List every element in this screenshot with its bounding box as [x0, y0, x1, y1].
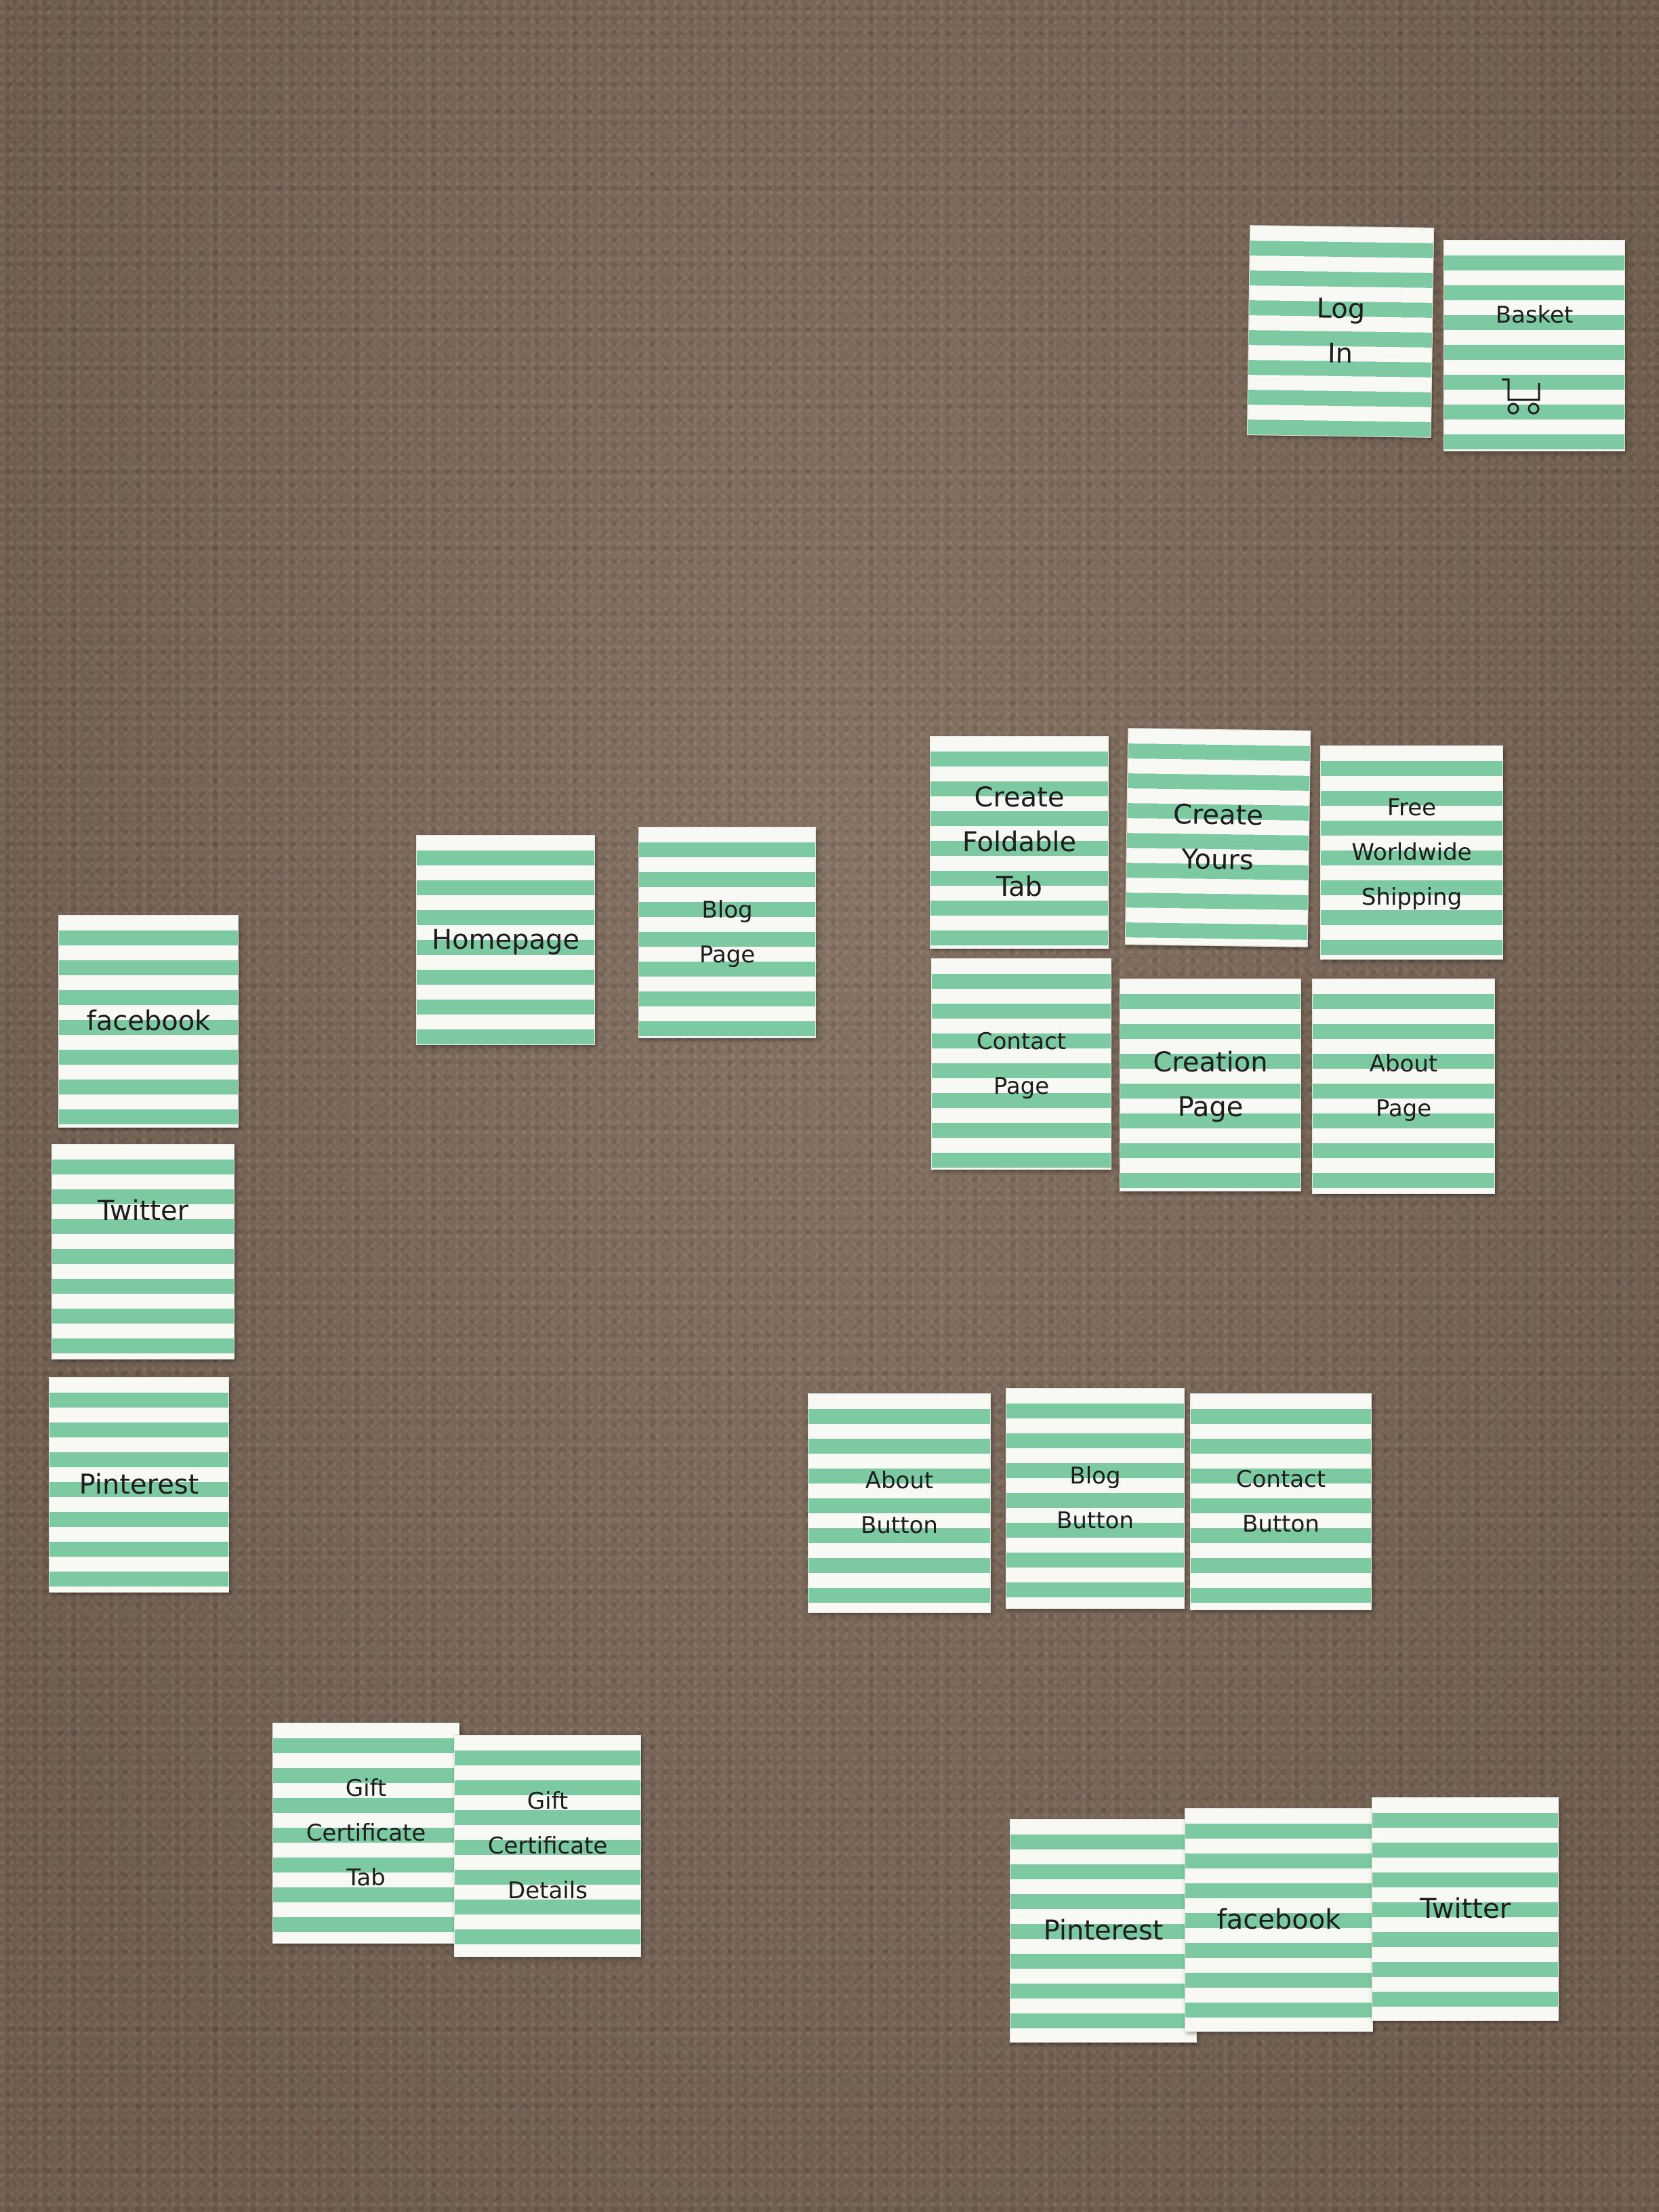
card-label: Twitter — [97, 1195, 189, 1227]
card-label: Free Worldwide Shipping — [1351, 794, 1472, 911]
card-twitter-left: Twitter — [52, 1144, 234, 1359]
card-facebook-bottom: facebook — [1185, 1808, 1373, 2032]
card-label: facebook — [86, 1006, 211, 1037]
card-label: Create Yours — [1172, 799, 1264, 876]
card-label: Twitter — [1419, 1893, 1511, 1925]
card-about-button: About Button — [808, 1393, 991, 1613]
card-creation-page: Creation Page — [1120, 979, 1301, 1191]
card-blog-page: Blog Page — [638, 827, 816, 1038]
card-free-worldwide-shipping: Free Worldwide Shipping — [1320, 745, 1503, 960]
card-homepage: Homepage — [416, 835, 595, 1045]
card-pinterest-left: Pinterest — [49, 1377, 229, 1593]
card-label: About Page — [1369, 1050, 1438, 1122]
card-create-yours: Create Yours — [1124, 728, 1311, 947]
card-label: Contact Page — [976, 1028, 1067, 1100]
card-label: Gift Certificate Tab — [306, 1775, 426, 1891]
card-create-foldable-tab: Create Foldable Tab — [930, 736, 1109, 949]
card-basket: Basket — [1443, 240, 1625, 451]
card-label: Create Foldable Tab — [962, 782, 1077, 903]
card-label: Blog Button — [1057, 1462, 1134, 1534]
card-label: Log In — [1316, 293, 1366, 370]
card-label: Basket — [1495, 302, 1574, 329]
card-facebook-left: facebook — [58, 915, 239, 1128]
card-label: Homepage — [431, 924, 580, 956]
card-twitter-bottom: Twitter — [1372, 1797, 1559, 2021]
card-gift-certificate-tab: Gift Certificate Tab — [272, 1723, 459, 1944]
card-pinterest-bottom: Pinterest — [1010, 1819, 1197, 2043]
card-gift-certificate-details: Gift Certificate Details — [454, 1735, 641, 1957]
card-log-in: Log In — [1246, 225, 1435, 438]
shopping-cart-icon — [1502, 378, 1540, 415]
card-label: Pinterest — [79, 1469, 199, 1500]
card-contact-button: Contact Button — [1190, 1393, 1372, 1610]
card-label: facebook — [1216, 1904, 1341, 1936]
card-contact-page: Contact Page — [931, 958, 1111, 1170]
card-about-page: About Page — [1312, 979, 1495, 1194]
card-label: Blog Page — [699, 897, 756, 968]
card-blog-button: Blog Button — [1006, 1388, 1185, 1609]
card-label: Creation Page — [1153, 1047, 1268, 1123]
card-label: About Button — [861, 1467, 938, 1539]
card-label: Pinterest — [1043, 1915, 1164, 1946]
card-label: Gift Certificate Details — [487, 1788, 608, 1904]
card-label: Contact Button — [1235, 1466, 1326, 1538]
